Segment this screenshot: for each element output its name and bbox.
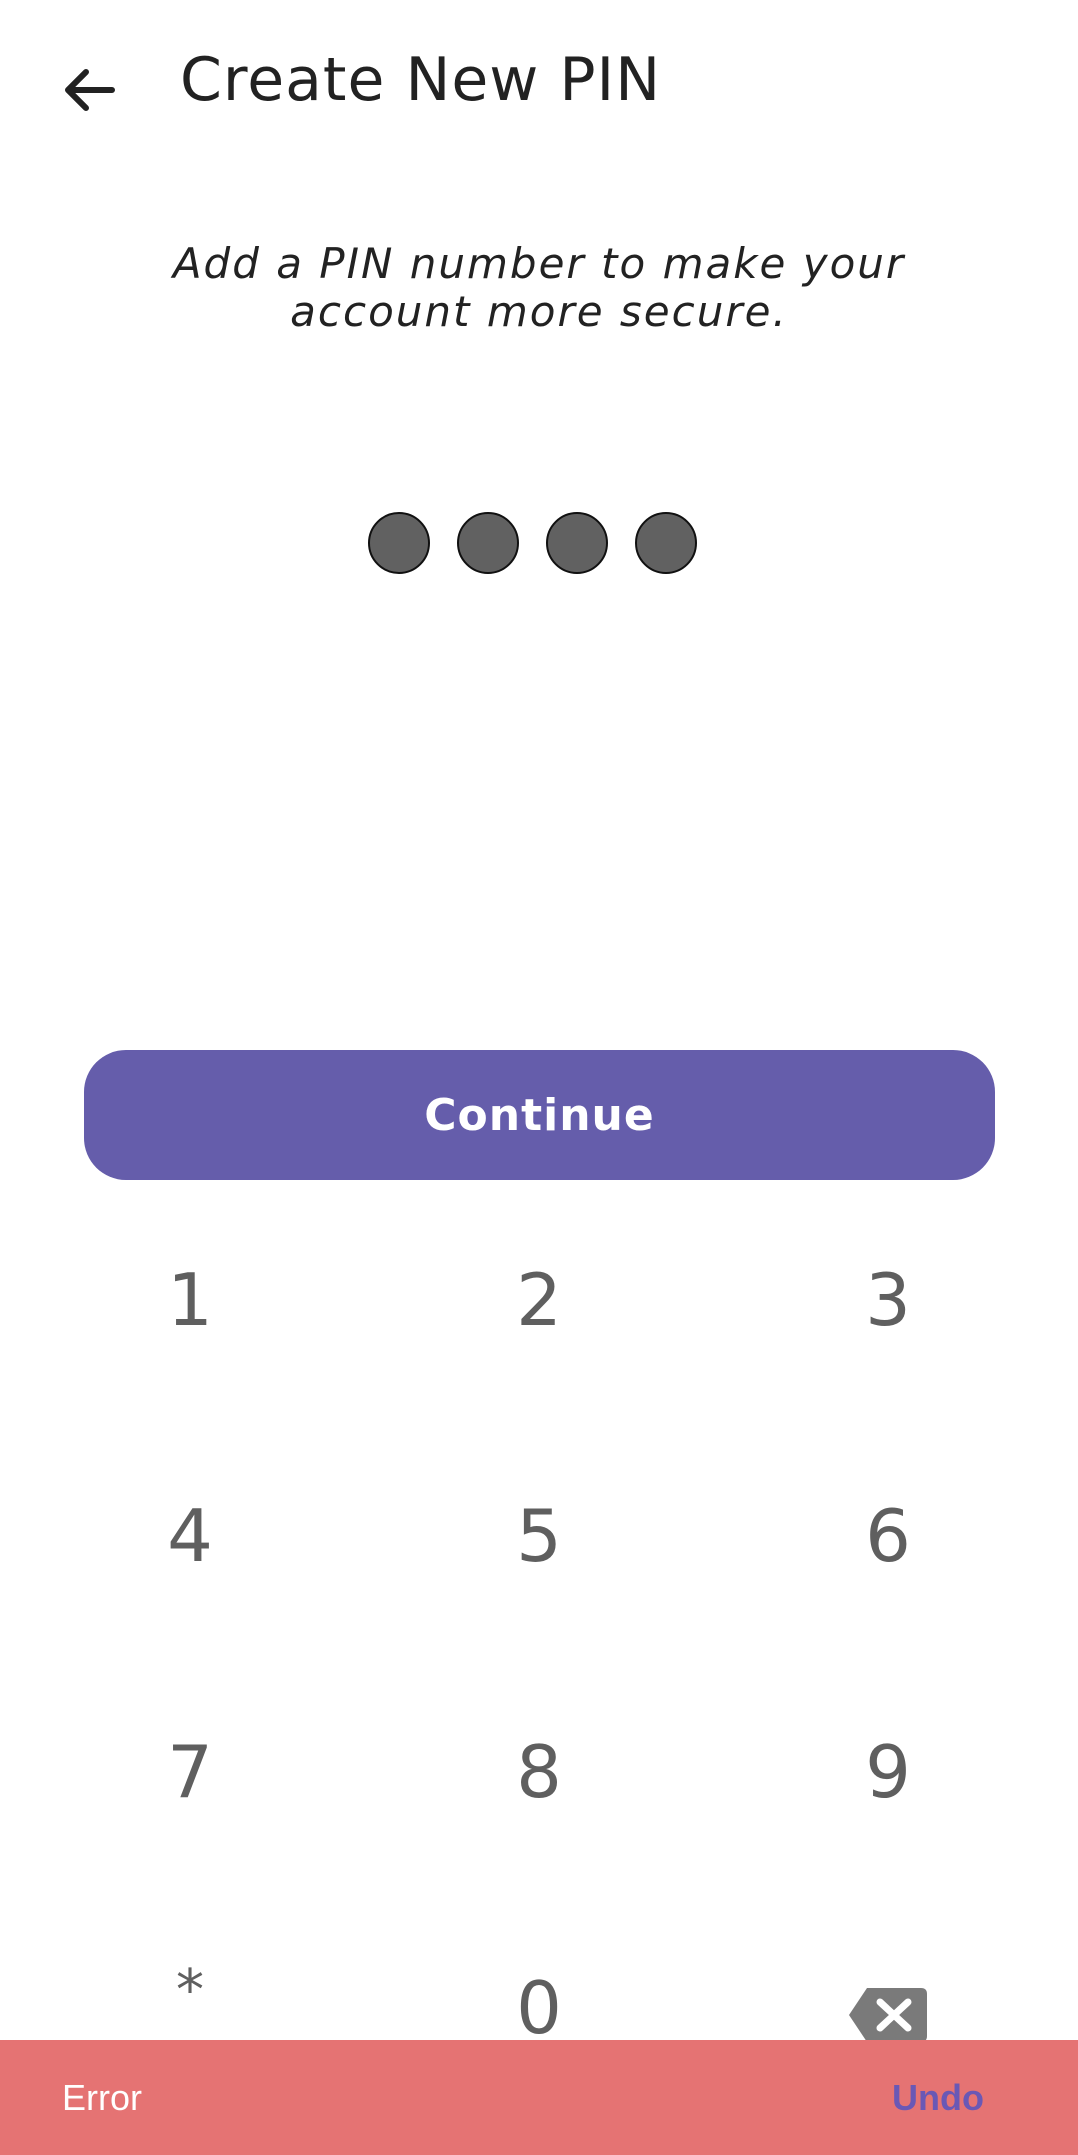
undo-button[interactable]: Undo bbox=[892, 2040, 984, 2155]
key-8[interactable]: 8 bbox=[439, 1712, 639, 1832]
page-title: Create New PIN bbox=[180, 45, 662, 115]
error-snackbar: Error Undo bbox=[0, 2040, 1078, 2155]
pin-dot-1 bbox=[368, 512, 430, 574]
app-header: Create New PIN bbox=[0, 0, 1078, 170]
pin-indicator bbox=[368, 512, 697, 574]
pin-dot-2 bbox=[457, 512, 519, 574]
key-9[interactable]: 9 bbox=[788, 1712, 988, 1832]
key-star[interactable]: * bbox=[90, 1930, 290, 2050]
backspace-icon bbox=[849, 1988, 927, 2042]
pin-dot-3 bbox=[546, 512, 608, 574]
key-6[interactable]: 6 bbox=[788, 1476, 988, 1596]
snackbar-message: Error bbox=[62, 2076, 142, 2118]
continue-button[interactable]: Continue bbox=[84, 1050, 995, 1180]
key-7[interactable]: 7 bbox=[90, 1712, 290, 1832]
pin-instructions: Add a PIN number to make your account mo… bbox=[172, 239, 906, 336]
arrow-left-icon bbox=[65, 69, 115, 111]
key-3[interactable]: 3 bbox=[788, 1240, 988, 1360]
pin-dot-4 bbox=[635, 512, 697, 574]
key-5[interactable]: 5 bbox=[439, 1476, 639, 1596]
key-2[interactable]: 2 bbox=[439, 1240, 639, 1360]
key-4[interactable]: 4 bbox=[90, 1476, 290, 1596]
key-1[interactable]: 1 bbox=[90, 1240, 290, 1360]
back-button[interactable] bbox=[50, 50, 130, 130]
